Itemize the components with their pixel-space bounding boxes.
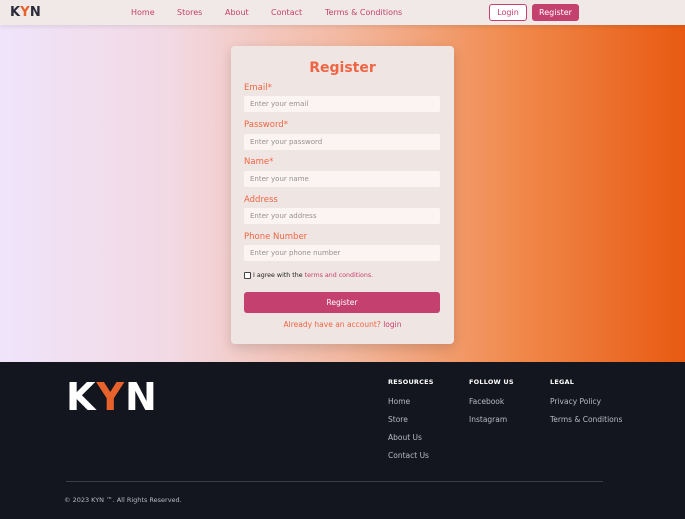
phone-field[interactable] bbox=[244, 245, 440, 261]
footer-logo[interactable]: KYN bbox=[66, 378, 158, 416]
footer-link-about[interactable]: About Us bbox=[388, 433, 422, 442]
terms-link[interactable]: terms and conditions. bbox=[305, 272, 373, 279]
nav-terms-link[interactable]: Terms & Conditions bbox=[325, 8, 402, 17]
password-label: Password* bbox=[244, 120, 288, 130]
footer-link-privacy[interactable]: Privacy Policy bbox=[550, 397, 601, 406]
address-label: Address bbox=[244, 195, 278, 205]
password-field[interactable] bbox=[244, 134, 440, 150]
email-field[interactable] bbox=[244, 96, 440, 112]
have-account-text: Already have an account? bbox=[283, 320, 384, 329]
register-title: Register bbox=[309, 60, 376, 76]
have-account-prompt: Already have an account? login bbox=[231, 320, 454, 329]
register-submit-button[interactable]: Register bbox=[244, 292, 440, 313]
top-navbar: KYN Home Stores About Contact Terms & Co… bbox=[0, 0, 685, 25]
nav-home-link[interactable]: Home bbox=[131, 8, 155, 17]
nav-about-link[interactable]: About bbox=[225, 8, 249, 17]
register-card: Register Email* Password* Name* Address … bbox=[231, 46, 454, 344]
agree-text: I agree with the bbox=[253, 272, 303, 279]
nav-stores-link[interactable]: Stores bbox=[177, 8, 202, 17]
footer-logo-n: N bbox=[124, 375, 158, 419]
brand-letter-n: N bbox=[29, 5, 41, 20]
nav-contact-link[interactable]: Contact bbox=[271, 8, 302, 17]
footer-link-instagram[interactable]: Instagram bbox=[469, 415, 507, 424]
footer-link-facebook[interactable]: Facebook bbox=[469, 397, 504, 406]
register-nav-button[interactable]: Register bbox=[532, 4, 579, 21]
login-button[interactable]: Login bbox=[489, 4, 527, 21]
email-label: Email* bbox=[244, 83, 272, 93]
footer-divider bbox=[66, 481, 603, 482]
copyright-text: © 2023 KYN ™. All Rights Reserved. bbox=[64, 496, 182, 504]
footer-link-terms[interactable]: Terms & Conditions bbox=[550, 415, 622, 424]
terms-checkbox[interactable] bbox=[244, 272, 251, 279]
legal-title: LEGAL bbox=[550, 378, 575, 386]
follow-title: FOLLOW US bbox=[469, 378, 514, 386]
phone-label: Phone Number bbox=[244, 232, 308, 242]
resources-title: RESOURCES bbox=[388, 378, 434, 386]
brand-letter-k: K bbox=[10, 5, 21, 20]
footer-link-contact[interactable]: Contact Us bbox=[388, 451, 429, 460]
name-field[interactable] bbox=[244, 171, 440, 187]
brand-logo[interactable]: KYN bbox=[10, 5, 41, 20]
footer-link-home[interactable]: Home bbox=[388, 397, 410, 406]
footer-link-store[interactable]: Store bbox=[388, 415, 408, 424]
name-label: Name* bbox=[244, 157, 274, 167]
address-field[interactable] bbox=[244, 208, 440, 224]
footer: KYN RESOURCES Home Store About Us Contac… bbox=[0, 362, 685, 519]
footer-logo-y: Y bbox=[96, 375, 125, 419]
brand-letter-y: Y bbox=[20, 5, 30, 20]
terms-agreement: I agree with the terms and conditions. bbox=[244, 272, 373, 279]
footer-logo-k: K bbox=[66, 375, 97, 419]
login-link[interactable]: login bbox=[383, 320, 401, 329]
